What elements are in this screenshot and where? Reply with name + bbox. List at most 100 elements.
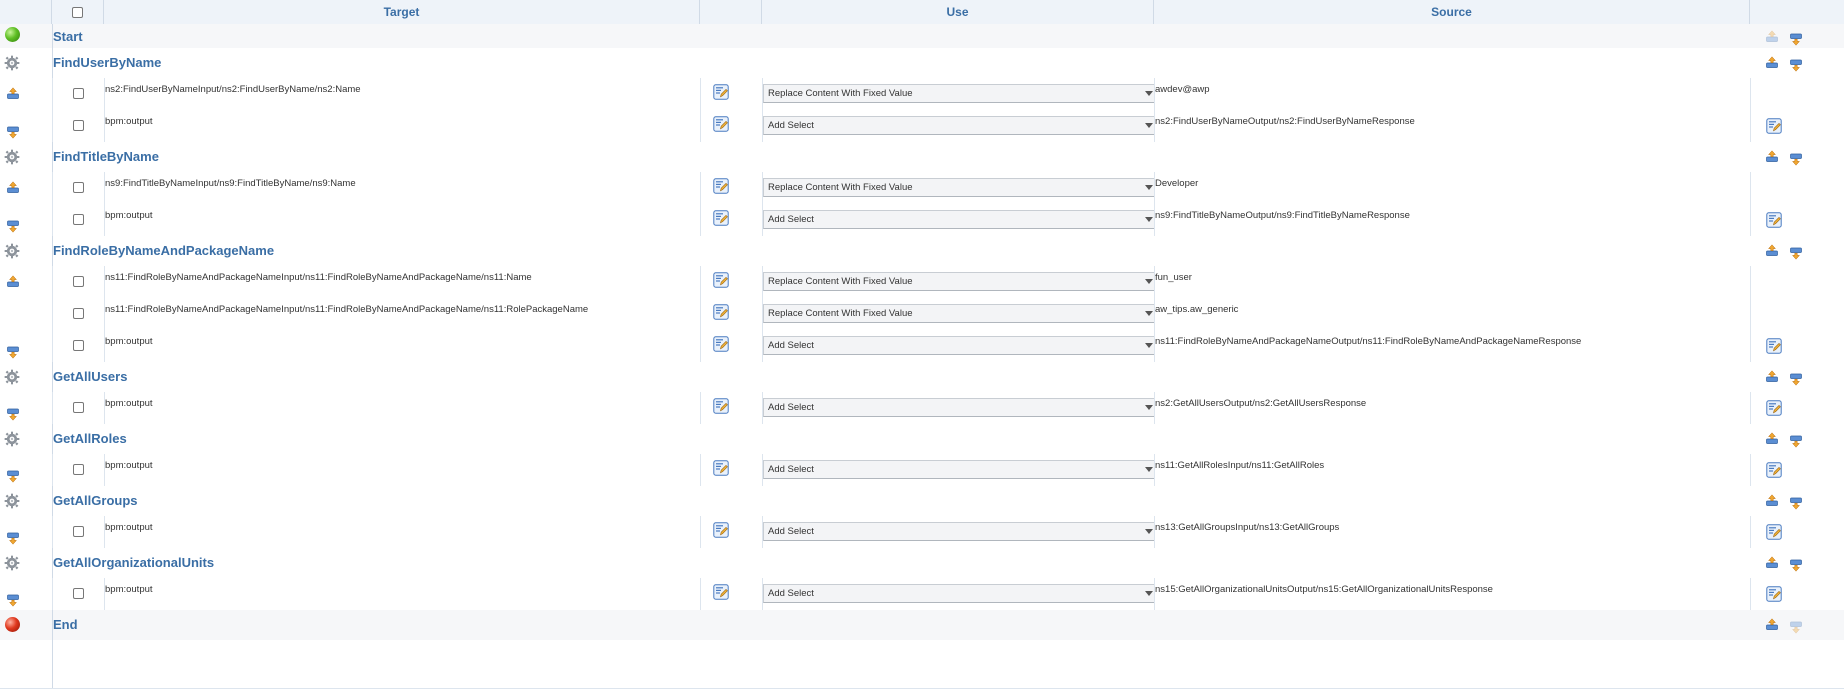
select-all-checkbox[interactable] — [72, 7, 83, 18]
edit-expression-icon[interactable] — [1766, 586, 1782, 602]
edit-expression-icon[interactable] — [713, 584, 729, 600]
move-down-icon[interactable] — [1789, 33, 1803, 46]
step-row[interactable]: GetAllRoles — [0, 424, 1844, 455]
move-down-icon[interactable] — [1789, 373, 1803, 386]
move-down-icon[interactable] — [1789, 497, 1803, 510]
edit-expression-icon[interactable] — [713, 304, 729, 320]
step-row[interactable]: GetAllUsers — [0, 362, 1844, 393]
mapping-actions-cell — [1750, 516, 1844, 548]
mapping-use-cell: Add Select — [762, 392, 1155, 424]
row-checkbox[interactable] — [73, 402, 84, 413]
row-checkbox[interactable] — [73, 588, 84, 599]
gear-icon — [4, 243, 20, 259]
use-select[interactable]: Add Select — [763, 398, 1155, 417]
edit-expression-icon[interactable] — [1766, 118, 1782, 134]
target-column-header[interactable]: Target — [104, 0, 700, 24]
source-value: ns11:FindRoleByNameAndPackageNameOutput/… — [1155, 336, 1582, 347]
end-row: End — [0, 610, 1844, 641]
chevron-down-icon — [1145, 123, 1153, 128]
mapping-target-cell: ns11:FindRoleByNameAndPackageNameInput/n… — [104, 298, 700, 330]
gear-icon — [4, 369, 20, 385]
move-up-icon[interactable] — [1765, 556, 1779, 569]
edit-expression-icon[interactable] — [1766, 462, 1782, 478]
move-up-icon[interactable] — [1765, 494, 1779, 507]
row-checkbox[interactable] — [73, 276, 84, 287]
move-down-icon[interactable] — [1789, 247, 1803, 260]
mapping-edit-cell — [700, 78, 762, 110]
use-select[interactable]: Add Select — [763, 116, 1155, 135]
row-checkbox[interactable] — [73, 464, 84, 475]
edit-expression-icon[interactable] — [713, 272, 729, 288]
edit-expression-icon[interactable] — [1766, 524, 1782, 540]
step-row[interactable]: GetAllGroups — [0, 486, 1844, 517]
edit-expression-icon[interactable] — [1766, 338, 1782, 354]
edit-expression-icon[interactable] — [713, 178, 729, 194]
mapping-checkbox-cell — [52, 454, 104, 486]
step-name-cell: GetAllRoles — [52, 424, 1750, 454]
edit-expression-icon[interactable] — [713, 84, 729, 100]
gear-icon — [4, 149, 20, 165]
move-down-icon[interactable] — [1789, 435, 1803, 448]
move-down-icon[interactable] — [1789, 559, 1803, 572]
move-up-icon[interactable] — [1765, 244, 1779, 257]
mapping-use-cell: Replace Content With Fixed Value — [762, 172, 1155, 204]
move-up-icon[interactable] — [1765, 432, 1779, 445]
use-select[interactable]: Replace Content With Fixed Value — [763, 178, 1155, 197]
mapping-target-cell: bpm:output — [104, 392, 700, 424]
mapping-target-cell: ns11:FindRoleByNameAndPackageNameInput/n… — [104, 266, 700, 298]
mapping-row: bpm:output Add Select ns11:FindRoleByNameA… — [0, 330, 1844, 363]
row-checkbox[interactable] — [73, 308, 84, 319]
output-arrow-icon — [7, 346, 19, 359]
move-up-icon[interactable] — [1765, 56, 1779, 69]
edit-expression-icon[interactable] — [713, 336, 729, 352]
mapping-edit-cell — [700, 578, 762, 610]
source-column-header[interactable]: Source — [1154, 0, 1750, 24]
mapping-direction-cell — [0, 330, 52, 362]
move-up-icon[interactable] — [1765, 618, 1779, 631]
mapping-direction-cell — [0, 298, 52, 330]
edit-expression-icon[interactable] — [713, 116, 729, 132]
row-checkbox[interactable] — [73, 88, 84, 99]
edit-expression-icon[interactable] — [713, 460, 729, 476]
use-select[interactable]: Add Select — [763, 584, 1155, 603]
chevron-down-icon — [1145, 591, 1153, 596]
use-select[interactable]: Add Select — [763, 210, 1155, 229]
edit-expression-icon[interactable] — [1766, 212, 1782, 228]
row-checkbox[interactable] — [73, 214, 84, 225]
move-up-icon[interactable] — [1765, 150, 1779, 163]
use-select[interactable]: Add Select — [763, 522, 1155, 541]
move-up-icon[interactable] — [1765, 370, 1779, 383]
use-select[interactable]: Replace Content With Fixed Value — [763, 272, 1155, 291]
row-checkbox[interactable] — [73, 340, 84, 351]
edit-expression-icon[interactable] — [713, 210, 729, 226]
use-select[interactable]: Replace Content With Fixed Value — [763, 304, 1155, 323]
row-checkbox[interactable] — [73, 120, 84, 131]
edit-expression-icon[interactable] — [713, 398, 729, 414]
step-name: GetAllRoles — [53, 431, 127, 446]
end-label-cell: End — [52, 610, 1750, 640]
step-row[interactable]: FindTitleByName — [0, 142, 1844, 173]
row-checkbox[interactable] — [73, 182, 84, 193]
edit-expression-icon[interactable] — [713, 522, 729, 538]
move-down-icon[interactable] — [1789, 59, 1803, 72]
gear-icon — [4, 55, 20, 71]
move-down-icon[interactable] — [1789, 153, 1803, 166]
edit-expression-icon[interactable] — [1766, 400, 1782, 416]
header-checkbox-cell — [52, 0, 104, 24]
step-name: GetAllOrganizationalUnits — [53, 555, 215, 570]
step-row[interactable]: FindUserByName — [0, 48, 1844, 79]
mapping-edit-cell — [700, 330, 762, 362]
use-select[interactable]: Replace Content With Fixed Value — [763, 84, 1155, 103]
use-select[interactable]: Add Select — [763, 460, 1155, 479]
move-up-icon[interactable] — [1765, 30, 1779, 43]
move-down-icon[interactable] — [1789, 621, 1803, 634]
mapping-use-cell: Add Select — [762, 330, 1155, 362]
mapping-checkbox-cell — [52, 266, 104, 298]
step-row[interactable]: FindRoleByNameAndPackageName — [0, 236, 1844, 267]
use-column-header[interactable]: Use — [762, 0, 1154, 24]
mapping-use-cell: Add Select — [762, 204, 1155, 236]
mapping-checkbox-cell — [52, 392, 104, 424]
step-row[interactable]: GetAllOrganizationalUnits — [0, 548, 1844, 579]
use-select[interactable]: Add Select — [763, 336, 1155, 355]
row-checkbox[interactable] — [73, 526, 84, 537]
